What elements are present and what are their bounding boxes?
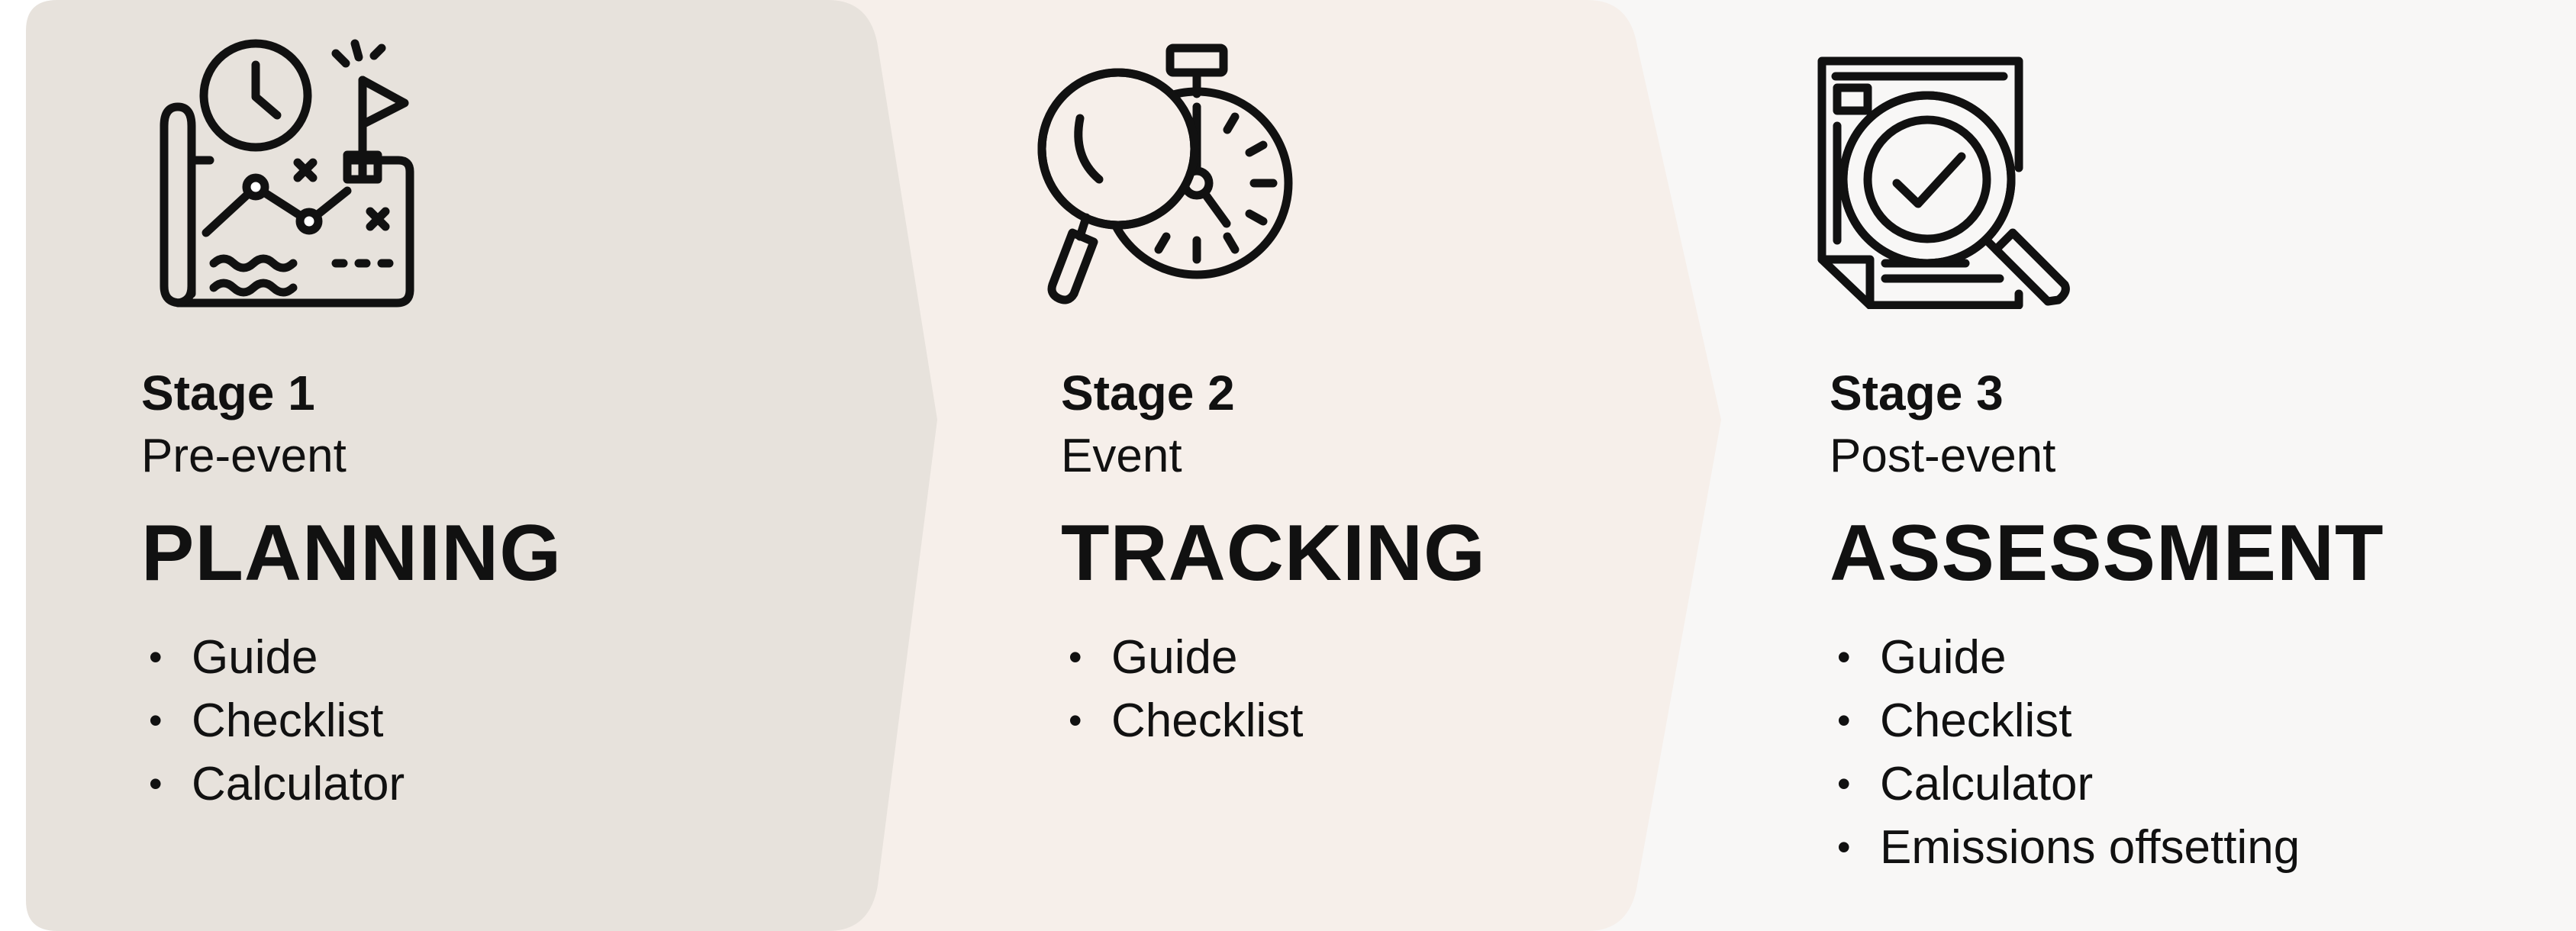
- list-item-label: Emissions offsetting: [1880, 821, 2300, 874]
- bullet-icon: •: [1837, 636, 1851, 678]
- list-item: • Checklist: [1830, 689, 2300, 752]
- document-check-icon: [1813, 34, 2088, 309]
- list-item: • Guide: [1830, 626, 2300, 689]
- stage-3: Stage 3 Post-event ASSESSMENT • Guide • Ch…: [0, 0, 2576, 931]
- list-item-label: Checklist: [1880, 694, 2072, 747]
- resource-list: • Guide • Checklist • Calculator • Emissions…: [1830, 626, 2300, 879]
- list-item: • Emissions offsetting: [1830, 816, 2300, 879]
- bullet-icon: •: [1837, 762, 1851, 805]
- stage-title: ASSESSMENT: [1830, 509, 2384, 598]
- bullet-icon: •: [1837, 699, 1851, 742]
- stage-number: Stage 3: [1830, 366, 2004, 420]
- stage-phase: Post-event: [1830, 430, 2056, 482]
- bullet-icon: •: [1837, 826, 1851, 868]
- list-item: • Calculator: [1830, 752, 2300, 816]
- list-item-label: Guide: [1880, 631, 2007, 684]
- list-item-label: Calculator: [1880, 758, 2094, 810]
